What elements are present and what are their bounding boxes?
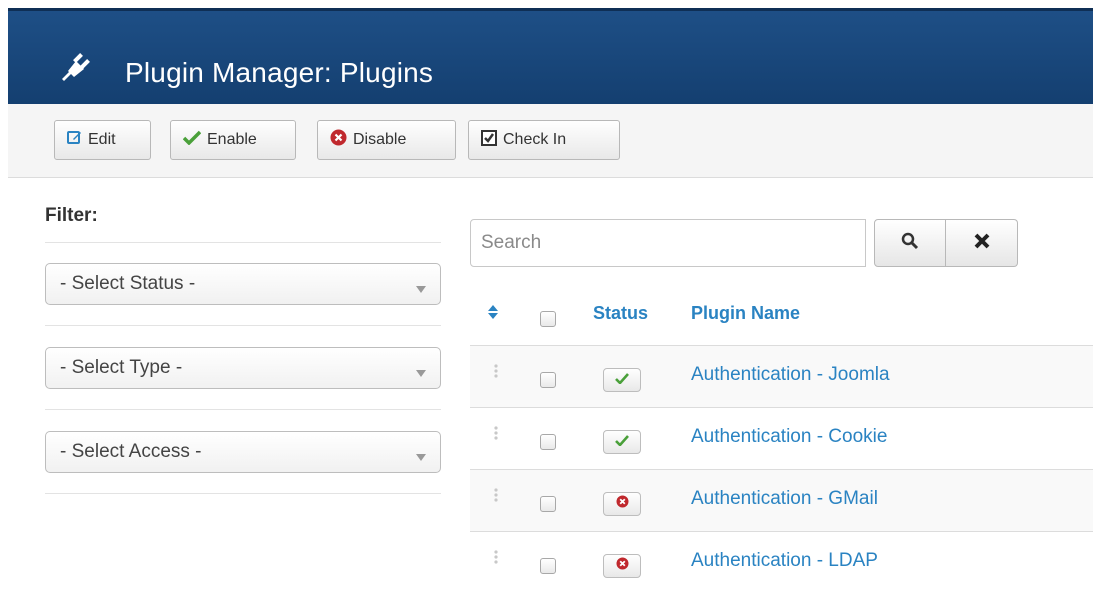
divider — [45, 409, 441, 410]
table-row: Authentication - LDAP — [470, 531, 1093, 593]
table-row: Authentication - Joomla — [470, 345, 1093, 407]
divider — [45, 242, 441, 243]
top-strip — [0, 0, 1093, 8]
divider — [45, 493, 441, 494]
remove-circle-icon — [616, 495, 629, 513]
caret-down-icon — [416, 362, 426, 384]
search-input[interactable] — [470, 219, 866, 267]
status-column-header[interactable]: Status — [593, 303, 648, 324]
check-in-button-label: Check In — [503, 131, 567, 148]
edit-icon — [67, 130, 82, 150]
plug-icon — [60, 51, 94, 86]
close-icon — [973, 232, 991, 255]
table-row: Authentication - Cookie — [470, 407, 1093, 469]
plugin-name-link[interactable]: Authentication - LDAP — [691, 550, 878, 572]
page-title: Plugin Manager: Plugins — [125, 57, 434, 88]
drag-handle-icon[interactable] — [494, 426, 498, 449]
enable-button[interactable]: Enable — [170, 120, 296, 160]
check-icon — [615, 433, 629, 451]
drag-handle-icon[interactable] — [494, 550, 498, 573]
plugin-name-link[interactable]: Authentication - Cookie — [691, 426, 887, 448]
check-icon — [182, 130, 202, 150]
select-type-dropdown[interactable]: - Select Type - — [45, 347, 441, 389]
remove-circle-icon — [616, 557, 629, 575]
row-checkbox[interactable] — [540, 372, 556, 388]
row-checkbox[interactable] — [540, 496, 556, 512]
plugin-name-column-header[interactable]: Plugin Name — [691, 303, 800, 324]
plugin-name-link[interactable]: Authentication - GMail — [691, 488, 878, 510]
search-icon — [901, 232, 919, 255]
select-all-checkbox[interactable] — [540, 311, 556, 327]
filter-label: Filter: — [45, 205, 98, 226]
select-access-value: - Select Access - — [60, 441, 202, 462]
drag-handle-icon[interactable] — [494, 488, 498, 511]
check-icon — [615, 371, 629, 389]
page-header: Plugin Manager: Plugins — [8, 8, 1093, 104]
status-toggle[interactable] — [603, 554, 641, 578]
sort-icon[interactable] — [488, 305, 498, 324]
enable-button-label: Enable — [207, 131, 257, 148]
status-toggle[interactable] — [603, 492, 641, 516]
caret-down-icon — [416, 278, 426, 300]
toolbar: Edit Enable Disable Check In — [8, 104, 1093, 178]
edit-button-label: Edit — [88, 131, 116, 148]
remove-circle-icon — [330, 129, 347, 151]
status-toggle[interactable] — [603, 430, 641, 454]
divider — [45, 325, 441, 326]
row-checkbox[interactable] — [540, 434, 556, 450]
select-status-dropdown[interactable]: - Select Status - — [45, 263, 441, 305]
clear-search-button[interactable] — [946, 219, 1018, 267]
search-button[interactable] — [874, 219, 946, 267]
drag-handle-icon[interactable] — [494, 364, 498, 387]
select-access-dropdown[interactable]: - Select Access - — [45, 431, 441, 473]
disable-button[interactable]: Disable — [317, 120, 456, 160]
select-status-value: - Select Status - — [60, 273, 196, 294]
status-toggle[interactable] — [603, 368, 641, 392]
row-checkbox[interactable] — [540, 558, 556, 574]
plugin-name-link[interactable]: Authentication - Joomla — [691, 364, 890, 386]
table-row: Authentication - GMail — [470, 469, 1093, 531]
edit-button[interactable]: Edit — [54, 120, 151, 160]
check-in-button[interactable]: Check In — [468, 120, 620, 160]
checkbox-checked-icon — [481, 129, 497, 151]
disable-button-label: Disable — [353, 131, 407, 148]
select-type-value: - Select Type - — [60, 357, 183, 378]
caret-down-icon — [416, 446, 426, 468]
